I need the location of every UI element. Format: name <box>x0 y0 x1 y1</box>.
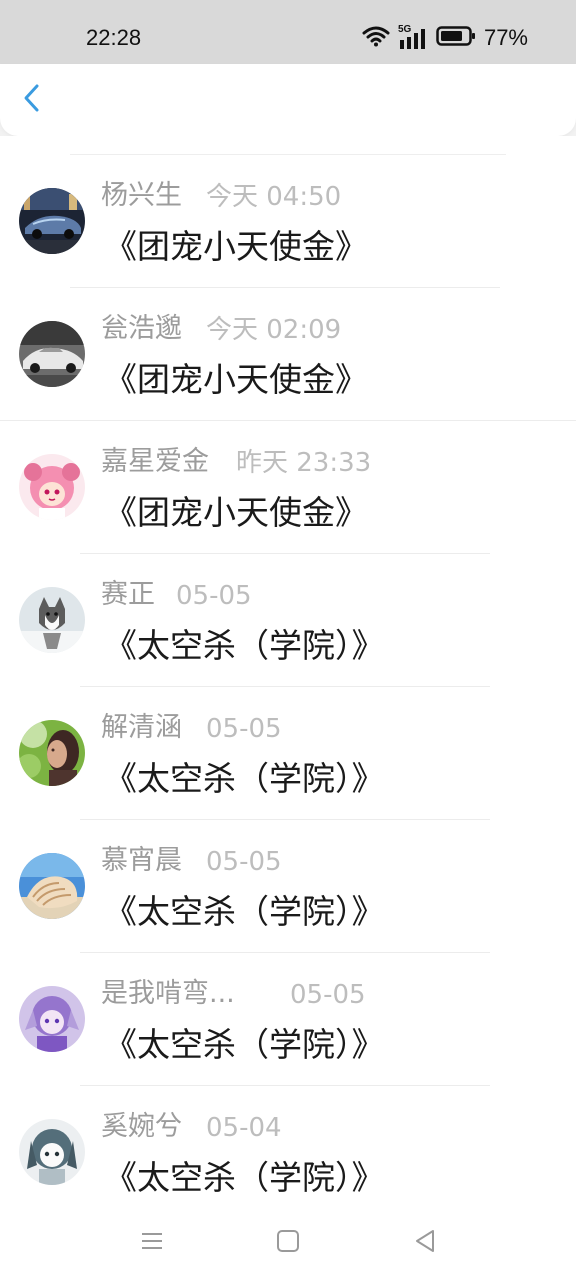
status-bar: 22:28 5G 77% <box>0 0 576 64</box>
list-item[interactable]: 慕宵晨 05-05 《太空杀（学院）》 <box>0 801 576 953</box>
status-icons: 5G 77% <box>362 22 528 54</box>
list-item[interactable]: 赛正 05-05 《太空杀（学院）》 <box>0 535 576 687</box>
avatar <box>19 1119 85 1185</box>
message-date: 05-05 <box>290 980 366 1010</box>
sender-name: 瓮浩邈 <box>101 313 182 344</box>
list-item[interactable]: 杨兴生 今天 04:50 《团宠小天使金》 <box>0 136 576 288</box>
avatar <box>19 720 85 786</box>
message-date: 05-04 <box>206 1113 282 1143</box>
title-bar <box>0 64 576 136</box>
chevron-left-icon <box>22 83 42 117</box>
message-date: 昨天 23:33 <box>236 448 372 478</box>
system-nav-bar <box>0 1210 576 1280</box>
avatar <box>19 454 85 520</box>
book-title: 《太空杀（学院）》 <box>104 626 385 665</box>
battery-icon <box>436 25 476 51</box>
system-back-button[interactable] <box>410 1228 440 1258</box>
avatar <box>19 587 85 653</box>
menu-button[interactable] <box>137 1228 167 1258</box>
sender-name: 解清涵 <box>101 712 182 743</box>
status-time: 22:28 <box>86 25 142 50</box>
list-item[interactable]: 瓮浩邈 今天 02:09 《团宠小天使金》 <box>0 269 576 421</box>
book-title: 《太空杀（学院）》 <box>104 892 385 931</box>
back-triangle-icon <box>412 1228 438 1258</box>
battery-percent: 77% <box>483 25 528 50</box>
avatar <box>19 188 85 254</box>
message-list: 杨兴生 今天 04:50 《团宠小天使金》 瓮浩邈 今天 02:09 《团宠小天… <box>0 136 576 1210</box>
message-date: 05-05 <box>206 714 282 744</box>
avatar <box>19 321 85 387</box>
sender-name: 杨兴生 <box>101 180 182 211</box>
sender-name: 赛正 <box>101 579 155 610</box>
sender-name: 嘉星爱金 <box>101 446 209 477</box>
message-date: 05-05 <box>206 847 282 877</box>
book-title: 《团宠小天使金》 <box>104 360 368 399</box>
list-item[interactable]: 解清涵 05-05 《太空杀（学院）》 <box>0 668 576 820</box>
sender-name: 慕宵晨 <box>101 845 182 876</box>
book-title: 《太空杀（学院）》 <box>104 1025 385 1064</box>
list-item[interactable]: 是我啃弯... 05-05 《太空杀（学院）》 <box>0 934 576 1086</box>
avatar <box>19 853 85 919</box>
list-item[interactable]: 奚婉兮 05-04 《太空杀（学院）》 <box>0 1067 576 1200</box>
home-square-icon <box>275 1228 301 1258</box>
list-item[interactable]: 嘉星爱金 昨天 23:33 《团宠小天使金》 <box>0 402 576 554</box>
book-title: 《太空杀（学院）》 <box>104 759 385 798</box>
back-button[interactable] <box>16 84 48 116</box>
sender-name: 是我啃弯... <box>101 978 235 1009</box>
wifi-icon <box>362 25 390 51</box>
signal-5g-icon: 5G <box>398 24 428 50</box>
sender-name: 奚婉兮 <box>101 1111 182 1142</box>
message-date: 05-05 <box>176 581 252 611</box>
message-date: 今天 02:09 <box>206 315 342 345</box>
book-title: 《太空杀（学院）》 <box>104 1158 385 1197</box>
message-date: 今天 04:50 <box>206 182 342 212</box>
home-button[interactable] <box>273 1228 303 1258</box>
book-title: 《团宠小天使金》 <box>104 227 368 266</box>
menu-icon <box>139 1228 165 1258</box>
avatar <box>19 986 85 1052</box>
book-title: 《团宠小天使金》 <box>104 493 368 532</box>
